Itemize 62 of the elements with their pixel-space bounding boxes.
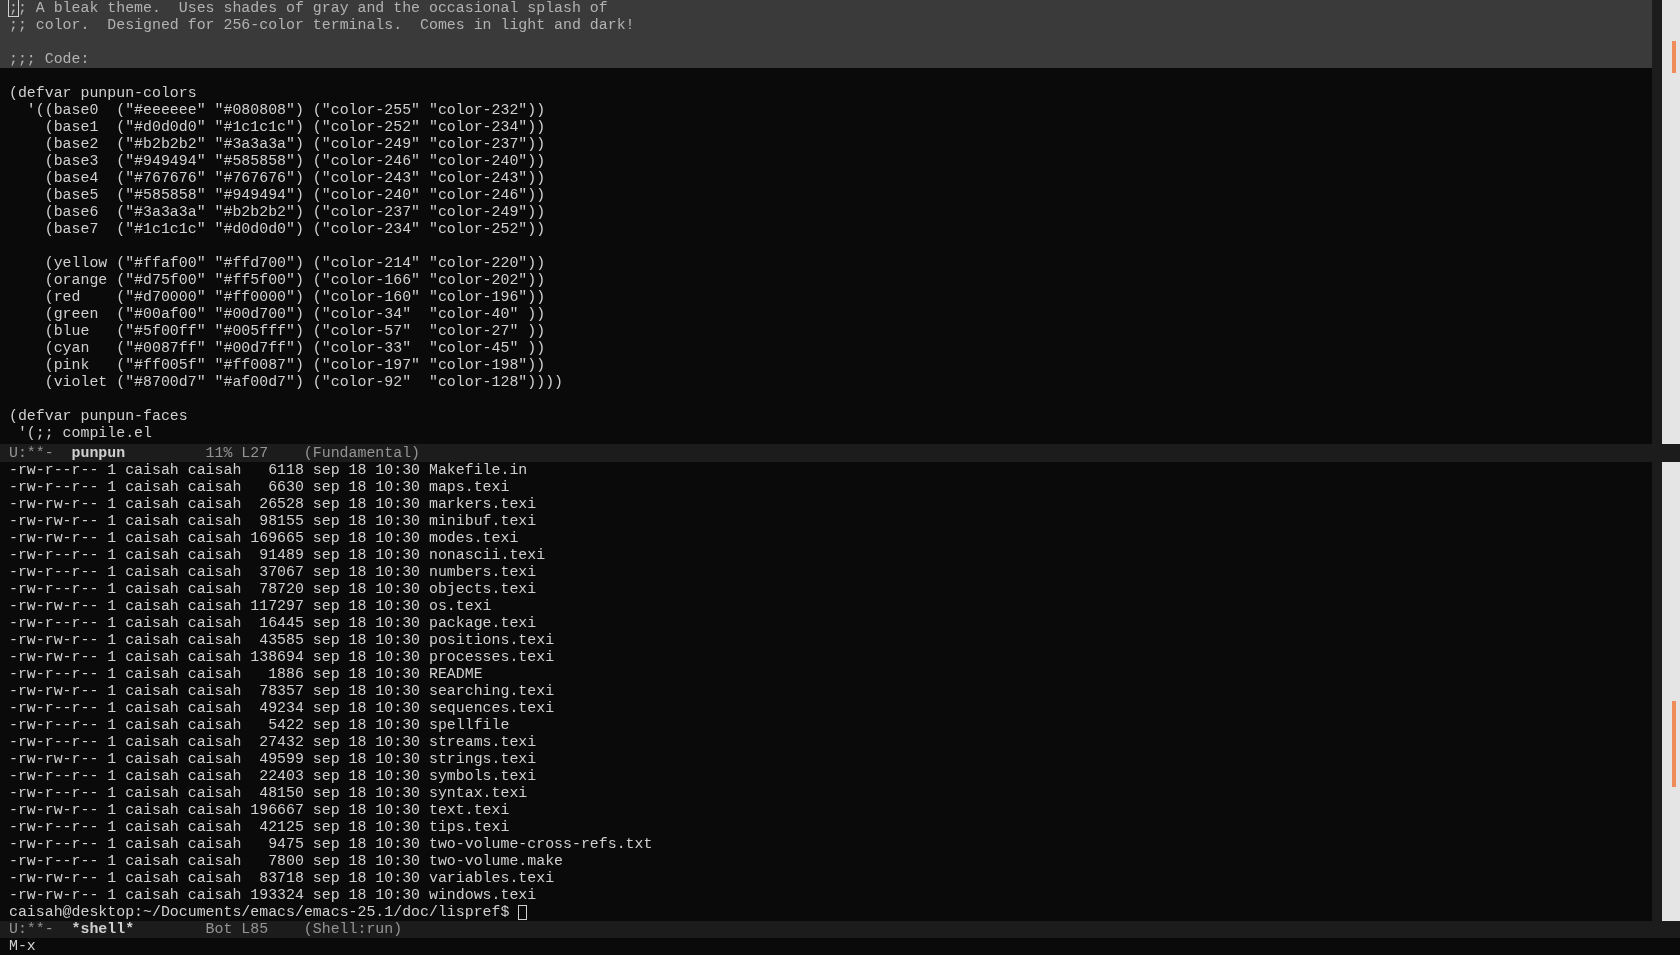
code-line: '(;; compile.el <box>16 425 152 441</box>
output-line: -rw-r--r-- 1 caisah caisah 7800 sep 18 10:30 two-volume.make <box>9 853 564 869</box>
code-line: (base5 ("#585858" "#949494") ("color-240" "color-246")) <box>43 187 546 203</box>
code-line: ;; color. Designed for 256-color terminals. Comes in light and dark! <box>9 17 635 33</box>
scrollbar[interactable] <box>1662 0 1680 444</box>
buffer-position: Bot L85 <box>205 921 269 937</box>
code-line: (defvar punpun-faces <box>9 408 188 424</box>
code-line: (base6 ("#3a3a3a" "#b2b2b2") ("color-237" "color-249")) <box>43 204 546 220</box>
code-line: (base2 ("#b2b2b2" "#3a3a3a") ("color-249" "color-237")) <box>43 136 546 152</box>
shell-prompt: caisah@desktop:~/Documents/emacs/emacs-25.1/doc/lispref$ <box>9 904 510 921</box>
code-line: (pink ("#ff005f" "#ff0087") ("color-197" "color-198")) <box>43 357 546 373</box>
code-line: (base4 ("#767676" "#767676") ("color-243" "color-243")) <box>43 170 546 186</box>
output-line: -rw-r--r-- 1 caisah caisah 22403 sep 18 10:30 symbols.texi <box>9 768 537 784</box>
major-mode: (Shell:run) <box>303 921 403 937</box>
output-line: -rw-r--r-- 1 caisah caisah 42125 sep 18 10:30 tips.texi <box>9 819 510 835</box>
code-line: (base7 ("#1c1c1c" "#d0d0d0") ("color-234" "color-252")) <box>43 221 546 237</box>
output-line: -rw-rw-r-- 1 caisah caisah 78357 sep 18 10:30 searching.texi <box>9 683 555 699</box>
output-line: -rw-r--r-- 1 caisah caisah 78720 sep 18 10:30 objects.texi <box>9 581 537 597</box>
output-line: -rw-r--r-- 1 caisah caisah 48150 sep 18 10:30 syntax.texi <box>9 785 528 801</box>
output-line: -rw-r--r-- 1 caisah caisah 16445 sep 18 10:30 package.texi <box>9 615 537 631</box>
output-line: -rw-r--r-- 1 caisah caisah 37067 sep 18 10:30 numbers.texi <box>9 564 537 580</box>
scrollbar-thumb[interactable] <box>1672 41 1676 73</box>
code-line: '((base0 ("#eeeeee" "#080808") ("color-255" "color-232")) <box>25 102 546 118</box>
code-line: (green ("#00af00" "#00d700") ("color-34" "color-40" )) <box>43 306 546 322</box>
output-line: -rw-rw-r-- 1 caisah caisah 43585 sep 18 10:30 positions.texi <box>9 632 555 648</box>
output-line: -rw-rw-r-- 1 caisah caisah 98155 sep 18 10:30 minibuf.texi <box>9 513 537 529</box>
output-line: -rw-r--r-- 1 caisah caisah 6118 sep 18 10:30 Makefile.in <box>9 462 528 478</box>
output-line: -rw-r--r-- 1 caisah caisah 27432 sep 18 10:30 streams.texi <box>9 734 537 750</box>
buffer-position: 11% L27 <box>205 444 269 461</box>
mode-line-status: U:**- <box>9 444 54 461</box>
output-line: -rw-r--r-- 1 caisah caisah 1886 sep 18 10:30 README <box>9 666 483 682</box>
code-line: (base3 ("#949494" "#585858") ("color-246" "color-240")) <box>43 153 546 169</box>
code-line: ;;; Code: <box>9 51 90 67</box>
code-line: (blue ("#5f00ff" "#005fff") ("color-57" "color-27" )) <box>43 323 546 339</box>
output-line: -rw-r--r-- 1 caisah caisah 9475 sep 18 10:30 two-volume-cross-refs.txt <box>9 836 653 852</box>
output-line: -rw-r--r-- 1 caisah caisah 5422 sep 18 10:30 spellfile <box>9 717 510 733</box>
output-line: -rw-r--r-- 1 caisah caisah 49234 sep 18 10:30 sequences.texi <box>9 700 555 716</box>
output-line: -rw-rw-r-- 1 caisah caisah 83718 sep 18 10:30 variables.texi <box>9 870 555 886</box>
output-line: -rw-r--r-- 1 caisah caisah 6630 sep 18 10:30 maps.texi <box>9 479 510 495</box>
output-line: -rw-rw-r-- 1 caisah caisah 169665 sep 18 10:30 modes.texi <box>9 530 519 546</box>
mode-line-status: U:**- <box>9 921 54 937</box>
code-line: (defvar punpun-colors <box>9 85 197 101</box>
scrollbar-thumb[interactable] <box>1672 701 1676 787</box>
output-line: -rw-rw-r-- 1 caisah caisah 49599 sep 18 10:30 strings.texi <box>9 751 537 767</box>
buffer-name: punpun <box>71 444 126 461</box>
code-line: (orange ("#d75f00" "#ff5f00") ("color-166" "color-202")) <box>43 272 546 288</box>
buffer-name: *shell* <box>71 921 135 937</box>
code-line: (cyan ("#0087ff" "#00d7ff") ("color-33" "color-45" )) <box>43 340 546 356</box>
minibuffer-text: M-x <box>9 938 36 954</box>
output-line: -rw-rw-r-- 1 caisah caisah 193324 sep 18 10:30 windows.texi <box>9 887 537 903</box>
code-line: (violet ("#8700d7" "#af00d7") ("color-92" "color-128")))) <box>43 374 564 390</box>
major-mode: (Fundamental) <box>303 444 421 461</box>
output-line: -rw-rw-r-- 1 caisah caisah 138694 sep 18 10:30 processes.texi <box>9 649 555 665</box>
code-line: (yellow ("#ffaf00" "#ffd700") ("color-214" "color-220")) <box>43 255 546 271</box>
code-line: ;; A bleak theme. Uses shades of gray and the occasional splash of <box>9 0 608 16</box>
code-line: (base1 ("#d0d0d0" "#1c1c1c") ("color-252" "color-234")) <box>43 119 546 135</box>
output-line: -rw-r--r-- 1 caisah caisah 91489 sep 18 10:30 nonascii.texi <box>9 547 546 563</box>
code-line: (red ("#d70000" "#ff0000") ("color-160" "color-196")) <box>43 289 546 305</box>
scrollbar[interactable] <box>1662 462 1680 921</box>
output-line: -rw-rw-r-- 1 caisah caisah 117297 sep 18 10:30 os.texi <box>9 598 492 614</box>
output-line: -rw-rw-r-- 1 caisah caisah 196667 sep 18 10:30 text.texi <box>9 802 510 818</box>
output-line: -rw-rw-r-- 1 caisah caisah 26528 sep 18 10:30 markers.texi <box>9 496 537 512</box>
